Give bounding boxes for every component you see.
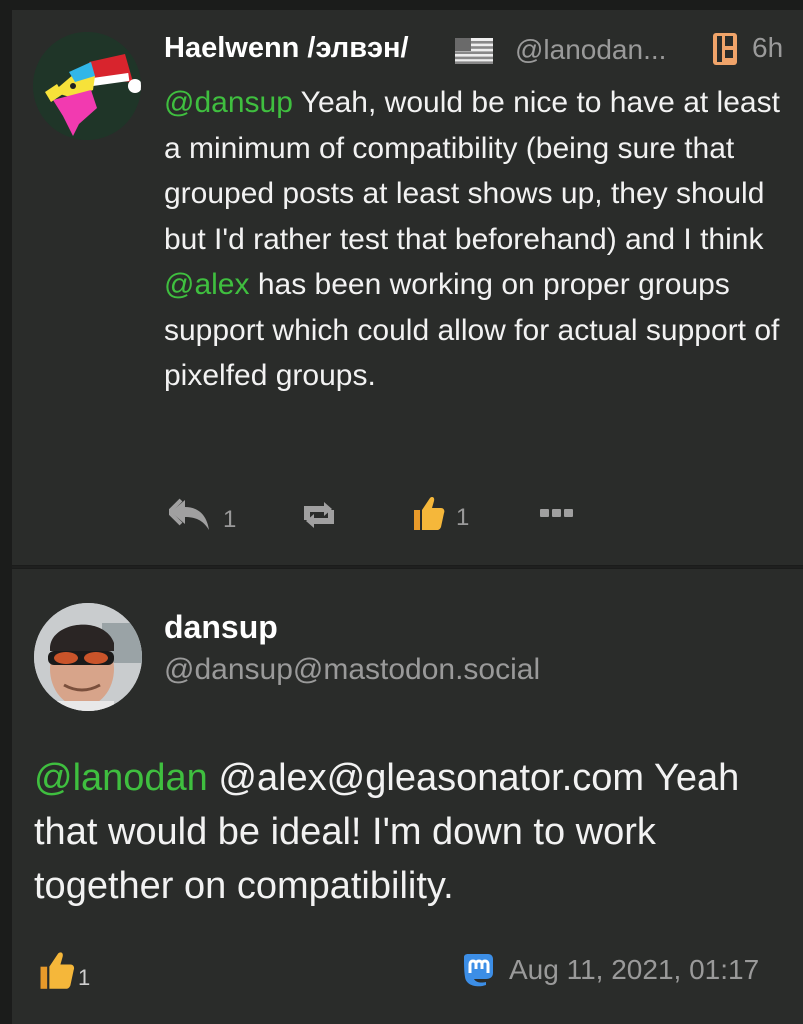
author-handle[interactable]: @lanodan... [515, 34, 666, 66]
thumbs-up-icon [40, 952, 75, 989]
status-post-dansup[interactable]: dansup @dansup@mastodon.social @lanodan … [12, 569, 803, 1024]
author-name[interactable]: Haelwenn /элвэн/ [164, 32, 409, 65]
mention-link[interactable]: @lanodan [34, 757, 208, 799]
post-time[interactable]: 6h [752, 32, 783, 64]
mention-link[interactable]: @alex [164, 268, 250, 301]
like-button[interactable]: 1 [410, 494, 469, 532]
mention-link[interactable]: @dansup [164, 86, 293, 119]
author-name[interactable]: dansup [164, 609, 278, 646]
status-content: @dansup Yeah, would be nice to have at l… [164, 80, 789, 399]
reply-count: 1 [223, 506, 237, 533]
avatar[interactable] [34, 603, 142, 711]
post-date[interactable]: Aug 11, 2021, 01:17 [509, 954, 759, 986]
more-button[interactable] [540, 507, 574, 519]
like-button[interactable]: 1 [36, 949, 90, 991]
divider [12, 566, 803, 568]
mastodon-icon[interactable] [460, 953, 496, 987]
thumbs-up-icon [414, 497, 445, 530]
avatar[interactable] [33, 32, 141, 140]
like-count: 1 [456, 504, 470, 531]
more-icon [540, 509, 573, 517]
bookmark-icon[interactable] [712, 32, 738, 66]
status-post-haelwenn[interactable]: Haelwenn /элвэн/ @lanodan... 6h @dansup … [12, 10, 803, 565]
author-handle[interactable]: @dansup@mastodon.social [164, 653, 540, 687]
status-content: @lanodan @alex@gleasonator.com Yeah that… [34, 751, 774, 913]
boost-button[interactable] [296, 500, 342, 530]
us-flag-icon [455, 38, 493, 64]
status-text: has been working on proper groups suppor… [164, 268, 780, 392]
reply-button[interactable]: 1 [169, 496, 236, 534]
reply-icon [169, 498, 209, 530]
like-count: 1 [78, 965, 91, 990]
boost-icon [304, 502, 334, 528]
